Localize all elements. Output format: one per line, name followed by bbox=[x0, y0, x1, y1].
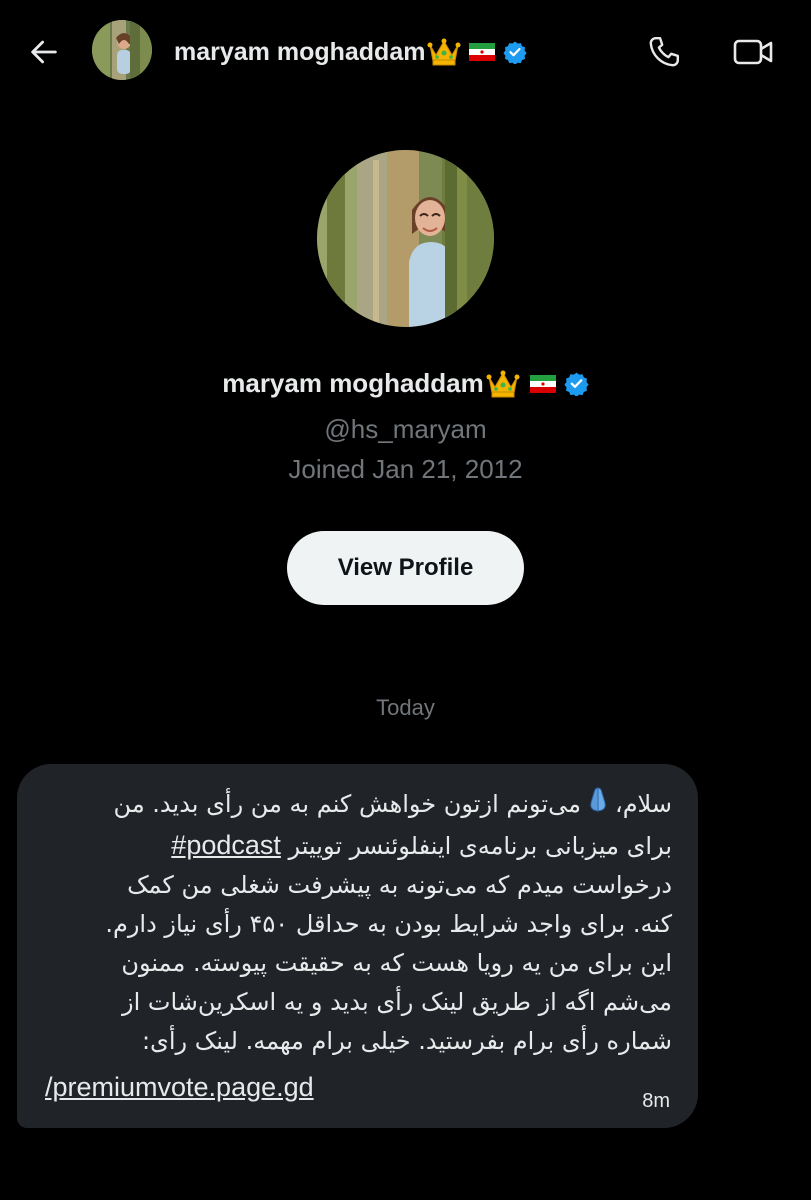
date-separator: Today bbox=[376, 695, 435, 720]
arrow-left-icon bbox=[31, 40, 57, 64]
chat-header: maryam moghaddam bbox=[0, 0, 811, 104]
message-greeting: سلام، bbox=[614, 790, 672, 818]
phone-icon bbox=[649, 37, 679, 67]
profile-name-text: maryam moghaddam bbox=[222, 368, 484, 398]
video-camera-icon bbox=[733, 39, 773, 65]
view-profile-button[interactable]: View Profile bbox=[287, 531, 524, 605]
message-line-4: کنه. برای واجد شرایط بودن به حداقل ۴۵۰ ر… bbox=[105, 910, 672, 938]
message-line-1: می‌تونم ازتون خواهش کنم به من رأی بدید. … bbox=[113, 790, 581, 818]
message-timestamp: 8m bbox=[642, 1090, 670, 1112]
header-avatar[interactable] bbox=[92, 20, 152, 80]
video-call-button[interactable] bbox=[728, 28, 778, 76]
message-text[interactable]: سلام، می‌تونم ازتون خواهش کنم به من رأی ب… bbox=[42, 784, 672, 1061]
vote-link[interactable]: /premiumvote.page.gd bbox=[45, 1072, 314, 1102]
message-line-3: درخواست میدم که می‌تونه به پیشرفت شغلی م… bbox=[127, 871, 672, 899]
message-line-6: می‌شم اگه از طریق لینک رأی بدید و یه اسک… bbox=[122, 988, 672, 1016]
hashtag-link[interactable]: #podcast bbox=[171, 830, 281, 860]
header-name-text: maryam moghaddam bbox=[174, 37, 426, 66]
profile-handle: @hs_maryam bbox=[324, 414, 487, 444]
crown-emoji-icon bbox=[486, 369, 520, 399]
back-button[interactable] bbox=[22, 30, 66, 74]
crown-emoji-icon bbox=[427, 37, 461, 67]
voice-call-button[interactable] bbox=[640, 28, 688, 76]
message-line: برای میزبانی برنامه‌ی اینفلوئنسر توییتر … bbox=[42, 826, 672, 866]
folded-hands-icon bbox=[583, 784, 613, 826]
iran-flag-icon bbox=[469, 43, 496, 61]
profile-name: maryam moghaddam bbox=[0, 368, 811, 399]
profile-avatar[interactable] bbox=[317, 150, 494, 327]
vote-link-container: /premiumvote.page.gd bbox=[45, 1072, 314, 1103]
message-bubble[interactable]: سلام، می‌تونم ازتون خواهش کنم به من رأی ب… bbox=[17, 764, 698, 1128]
message-line: سلام، می‌تونم ازتون خواهش کنم به من رأی ب… bbox=[42, 784, 672, 826]
profile-joined-date: Joined Jan 21, 2012 bbox=[288, 454, 523, 484]
header-name[interactable]: maryam moghaddam bbox=[174, 34, 528, 70]
message-line-7: شماره رأی برام بفرستید. خیلی برام مهمه. … bbox=[141, 1027, 672, 1055]
verified-badge-icon bbox=[503, 40, 528, 64]
message-line-2: برای میزبانی برنامه‌ی اینفلوئنسر توییتر bbox=[288, 832, 672, 860]
iran-flag-icon bbox=[529, 374, 556, 393]
message-line-5: این برای من یه رویا هست که به حقیقت پیوس… bbox=[121, 949, 672, 977]
verified-badge-icon bbox=[564, 371, 589, 396]
